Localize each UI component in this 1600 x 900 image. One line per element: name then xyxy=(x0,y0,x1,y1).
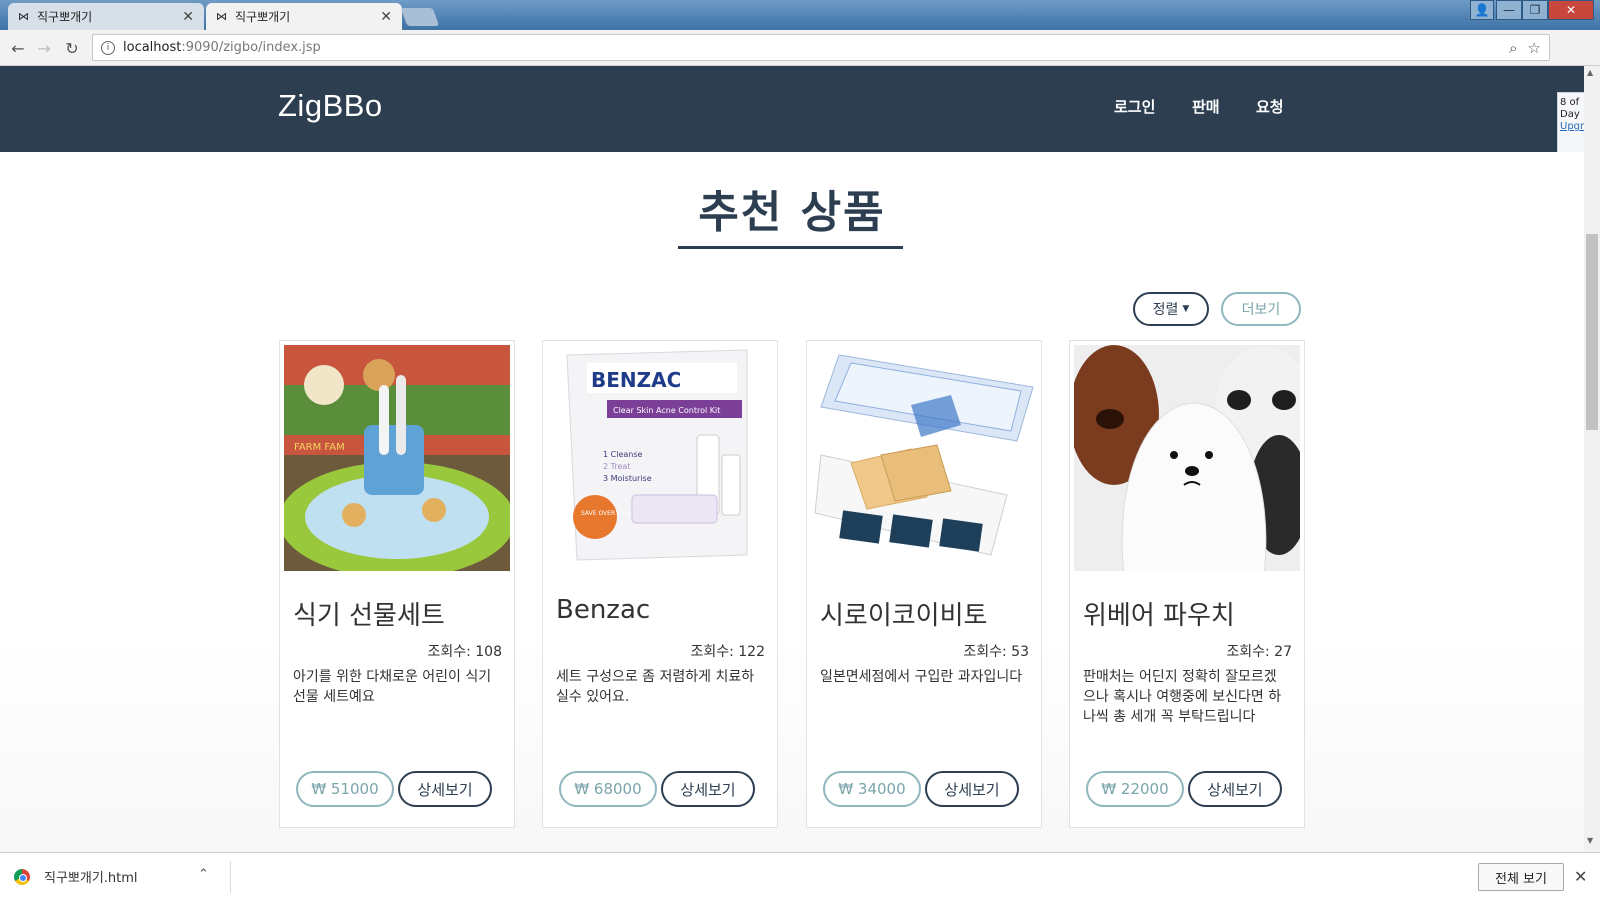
product-name: 위베어 파우치 xyxy=(1083,601,1235,631)
product-name: 식기 선물세트 xyxy=(293,601,445,631)
price-button[interactable]: ₩ 51000 xyxy=(296,771,394,807)
site-header xyxy=(0,66,1584,152)
tab-title: 직구뽀개기 xyxy=(37,10,93,24)
benzac-kit-text: Clear Skin Acne Control Kit xyxy=(613,406,720,415)
bookmark-star-icon[interactable]: ☆ xyxy=(1528,39,1541,57)
zoom-icon[interactable]: ⌕ xyxy=(1509,39,1517,57)
detail-button[interactable]: 상세보기 xyxy=(925,771,1019,807)
info-icon[interactable]: i xyxy=(101,40,115,55)
detail-button[interactable]: 상세보기 xyxy=(661,771,755,807)
divider xyxy=(230,861,231,893)
chevron-up-icon[interactable]: ⌃ xyxy=(198,867,209,882)
product-card[interactable]: BENZAC Clear Skin Acne Control Kit 1 Cle… xyxy=(542,340,778,828)
price-button[interactable]: ₩ 68000 xyxy=(559,771,657,807)
forward-arrow-icon[interactable]: → xyxy=(32,36,56,60)
show-all-downloads-button[interactable]: 전체 보기 xyxy=(1478,863,1564,891)
title-underline xyxy=(678,246,903,249)
minimize-button[interactable]: — xyxy=(1496,0,1522,20)
widget-upgrade-link[interactable]: Upgr xyxy=(1560,121,1584,133)
download-filename: 직구뽀개기.html xyxy=(44,871,138,886)
section-title: 추천 상품 xyxy=(698,187,886,238)
product-image-shiroi-koibito[interactable] xyxy=(811,345,1037,571)
chrome-file-icon xyxy=(14,868,30,885)
browser-tab-2[interactable]: ⋈ 직구뽀개기 ✕ xyxy=(206,3,402,30)
page-scrollbar[interactable]: ▲ ▼ xyxy=(1584,66,1600,852)
widget-line: Day xyxy=(1560,109,1580,120)
product-description: 세트 구성으로 좀 저렴하게 치료하실수 있어요. xyxy=(556,669,755,705)
maximize-button[interactable]: ❐ xyxy=(1522,0,1548,20)
site-logo[interactable]: ZigBBo xyxy=(278,88,383,124)
download-item[interactable]: 직구뽀개기.html xyxy=(14,867,138,886)
nav-request[interactable]: 요청 xyxy=(1256,96,1284,117)
new-tab-button[interactable] xyxy=(400,8,440,26)
product-image-webear-pouch[interactable] xyxy=(1074,345,1300,571)
product-views: 조회수: 53 xyxy=(963,644,1029,660)
scrollbar-thumb[interactable] xyxy=(1586,234,1598,430)
close-icon[interactable]: ✕ xyxy=(182,9,194,25)
more-button[interactable]: 더보기 xyxy=(1221,292,1301,326)
close-icon[interactable]: ✕ xyxy=(380,9,392,25)
nav-sell[interactable]: 판매 xyxy=(1192,96,1220,117)
product-card[interactable]: 위베어 파우치 조회수: 27 판매처는 어딘지 정확히 잘모르겠으나 혹시나 … xyxy=(1069,340,1305,828)
bowtie-favicon-icon: ⋈ xyxy=(18,10,29,23)
product-views: 조회수: 122 xyxy=(690,644,765,660)
product-card[interactable]: FARM FAM 식기 선물세트 조회수: 108 아기를 위한 다채로운 어린… xyxy=(279,340,515,828)
browser-toolbar: ← → ↻ i localhost:9090/zigbo/index.jsp ⌕… xyxy=(0,30,1600,87)
scroll-up-icon[interactable]: ▲ xyxy=(1587,68,1593,77)
scroll-down-icon[interactable]: ▼ xyxy=(1587,836,1593,845)
product-name: 시로이코이비토 xyxy=(820,601,988,631)
price-button[interactable]: ₩ 22000 xyxy=(1086,771,1184,807)
nav-login[interactable]: 로그인 xyxy=(1114,96,1155,117)
sort-dropdown-button[interactable]: 정렬 ▼ xyxy=(1133,292,1209,326)
benzac-brand-text: BENZAC xyxy=(591,368,681,392)
caret-down-icon: ▼ xyxy=(1182,304,1190,314)
close-window-button[interactable]: ✕ xyxy=(1548,0,1594,20)
product-views: 조회수: 108 xyxy=(427,644,502,660)
product-views: 조회수: 27 xyxy=(1226,644,1292,660)
url-text[interactable]: localhost:9090/zigbo/index.jsp xyxy=(123,40,1499,55)
main-content: 추천 상품 정렬 ▼ 더보기 FARM FAM 식기 선물세트 조회수: 108… xyxy=(0,152,1584,852)
benzac-step-text: 1 Cleanse xyxy=(603,450,643,459)
user-profile-icon[interactable]: 👤 xyxy=(1470,0,1494,20)
benzac-step-text: 2 Treat xyxy=(603,462,630,471)
close-icon[interactable]: ✕ xyxy=(1574,867,1587,886)
product-image-tableware[interactable]: FARM FAM xyxy=(284,345,510,571)
address-bar[interactable]: i localhost:9090/zigbo/index.jsp ⌕ ☆ xyxy=(92,34,1550,61)
tab-title: 직구뽀개기 xyxy=(235,10,291,24)
reload-icon[interactable]: ↻ xyxy=(60,36,84,60)
benzac-step-text: 3 Moisturise xyxy=(603,474,652,483)
product-name: Benzac xyxy=(556,595,651,625)
download-shelf: 직구뽀개기.html ⌃ 전체 보기 ✕ xyxy=(0,852,1600,900)
price-button[interactable]: ₩ 34000 xyxy=(823,771,921,807)
benzac-save-text: SAVE OVER 25% xyxy=(581,510,631,517)
back-arrow-icon[interactable]: ← xyxy=(6,36,30,60)
sort-label: 정렬 xyxy=(1152,302,1179,318)
product-card[interactable]: 시로이코이비토 조회수: 53 일본면세점에서 구입란 과자입니다 ₩ 3400… xyxy=(806,340,1042,828)
tableware-box-text: FARM FAM xyxy=(294,442,345,453)
product-image-benzac[interactable]: BENZAC Clear Skin Acne Control Kit 1 Cle… xyxy=(547,345,773,571)
product-description: 판매처는 어딘지 정확히 잘모르겠으나 혹시나 여행중에 보신다면 하나씩 총 … xyxy=(1083,669,1282,725)
detail-button[interactable]: 상세보기 xyxy=(1188,771,1282,807)
product-description: 아기를 위한 다채로운 어린이 식기 선물 세트예요 xyxy=(293,669,492,705)
window-titlebar: ⋈ 직구뽀개기 ✕ ⋈ 직구뽀개기 ✕ 👤 — ❐ ✕ xyxy=(0,0,1600,30)
detail-button[interactable]: 상세보기 xyxy=(398,771,492,807)
product-description: 일본면세점에서 구입란 과자입니다 xyxy=(820,669,1023,685)
browser-tab-1[interactable]: ⋈ 직구뽀개기 ✕ xyxy=(8,3,204,30)
widget-line: 8 of xyxy=(1560,97,1580,108)
bowtie-favicon-icon: ⋈ xyxy=(216,10,227,23)
